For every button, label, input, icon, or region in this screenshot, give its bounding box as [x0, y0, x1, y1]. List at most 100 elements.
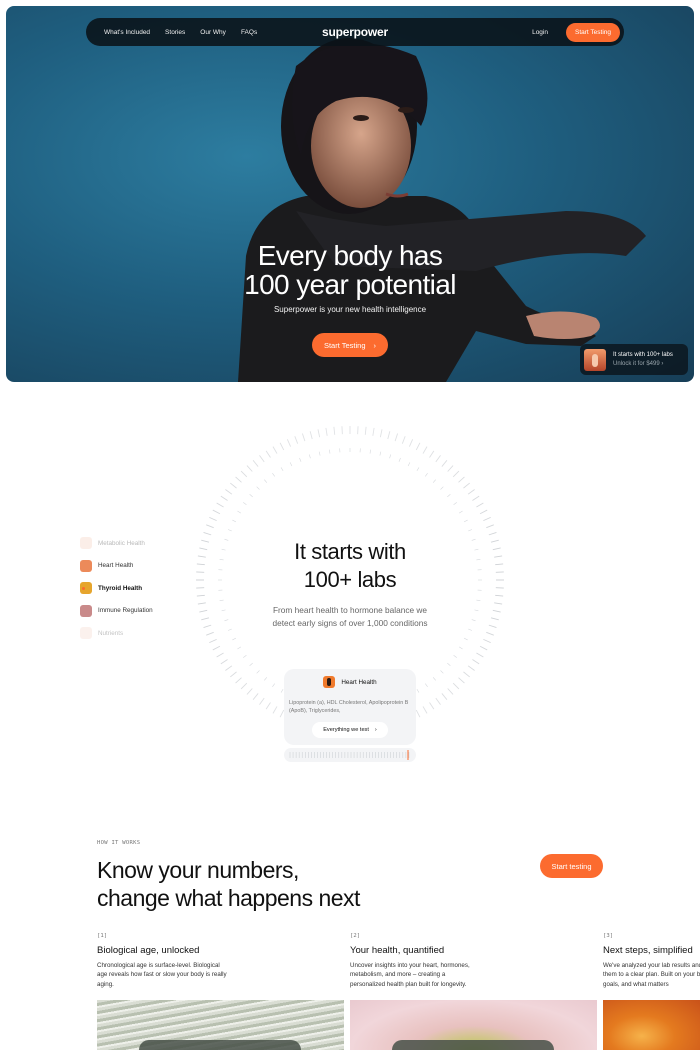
dial-tick — [294, 436, 299, 444]
dial-tick — [240, 470, 248, 478]
dial-inner-tick — [476, 599, 481, 601]
nav-stories[interactable]: Stories — [165, 29, 185, 36]
dial-tick — [301, 433, 306, 442]
dial-tick — [422, 446, 428, 454]
dial-tick — [486, 631, 494, 636]
start-testing-button[interactable]: Start testing — [540, 854, 603, 878]
category-thumbnail — [80, 604, 92, 617]
dial-tick — [225, 489, 233, 495]
dial-tick — [333, 426, 336, 435]
dial-tick — [447, 688, 454, 695]
dial-tick — [483, 516, 491, 522]
hero-start-testing-button[interactable]: Start Testing › — [312, 333, 388, 357]
dial-inner-tick — [318, 451, 321, 456]
dial-tick — [230, 482, 237, 489]
dial-tick — [235, 476, 242, 483]
lab-category-immune[interactable]: Immune Regulation — [80, 600, 153, 623]
lab-category-list: Metabolic Health Heart Health Thyroid He… — [80, 532, 153, 645]
dial-tick — [479, 509, 488, 515]
dial-inner-tick — [432, 479, 436, 483]
dial-tick — [483, 638, 491, 644]
lab-category-thyroid[interactable]: Thyroid Health — [80, 577, 153, 600]
step-number: [1] — [97, 933, 108, 939]
lab-scroll-slider[interactable] — [284, 748, 416, 762]
nav-our-why[interactable]: Our Why — [200, 29, 226, 36]
dial-tick — [408, 439, 414, 447]
step-image-3 — [603, 1000, 700, 1050]
dial-inner-tick — [237, 510, 242, 514]
dial-tick — [472, 659, 480, 665]
dial-tick — [225, 665, 233, 671]
dial-tick — [252, 693, 259, 700]
nav-faqs[interactable]: FAQs — [241, 29, 257, 36]
step-title: Your health, quantified — [350, 945, 445, 956]
labs-promo-card[interactable]: It starts with 100+ labs Unlock it for $… — [580, 344, 688, 375]
dial-inner-tick — [379, 451, 382, 456]
dial-inner-tick — [407, 462, 411, 467]
dial-inner-tick — [458, 646, 463, 650]
step-number: [3] — [603, 933, 614, 939]
dial-inner-tick — [280, 688, 284, 693]
step-body: We've analyzed your lab results and tran… — [603, 962, 700, 988]
dial-tick — [203, 531, 212, 536]
dial-inner-tick — [299, 457, 302, 462]
dial-tick — [435, 455, 441, 463]
dial-tick — [476, 652, 484, 658]
dial-tick — [458, 677, 465, 684]
dial-inner-tick — [453, 502, 457, 506]
dial-tick — [220, 495, 228, 501]
dial-tick — [259, 455, 265, 463]
dial-tick — [452, 470, 460, 478]
step-image-1 — [97, 1000, 344, 1050]
lab-category-nutrients[interactable]: Nutrients — [80, 622, 153, 645]
labs-subtitle-line2: detect early signs of over 1,000 conditi… — [272, 618, 428, 628]
hero-title: Every body has 100 year potential — [6, 241, 694, 299]
dial-tick — [472, 495, 480, 501]
labs-subtitle-line1: From heart health to hormone balance we — [272, 605, 428, 615]
dial-tick — [325, 427, 328, 436]
lab-category-heart[interactable]: Heart Health — [80, 555, 153, 578]
dial-tick — [429, 702, 435, 710]
dial-tick — [286, 439, 292, 447]
dial-inner-tick — [398, 457, 401, 462]
dial-tick — [246, 688, 253, 695]
dial-inner-tick — [440, 486, 444, 490]
logo[interactable]: superpower — [322, 25, 388, 39]
dial-tick — [379, 429, 383, 438]
category-label: Nutrients — [98, 629, 124, 637]
dial-tick — [279, 442, 285, 451]
dial-tick — [467, 489, 475, 495]
step-number: [2] — [350, 933, 361, 939]
nav-whats-included[interactable]: What's Included — [104, 29, 150, 36]
dial-inner-tick — [453, 654, 457, 658]
lab-card-biomarkers: Lipoprotein (a), HDL Cholesterol, Apolip… — [289, 700, 409, 714]
step-title: Next steps, simplified — [603, 945, 693, 956]
dial-tick — [452, 682, 460, 690]
top-nav: What's Included Stories Our Why FAQs sup… — [86, 18, 624, 46]
dial-inner-tick — [256, 486, 260, 490]
dial-tick — [252, 460, 259, 467]
dial-inner-tick — [369, 449, 371, 454]
dial-tick — [317, 429, 321, 438]
login-link[interactable]: Login — [532, 29, 548, 36]
lab-card-title: Heart Health — [341, 678, 377, 686]
dial-tick — [216, 502, 224, 508]
nav-right: Login Start Testing — [532, 22, 620, 42]
nav-start-testing-button[interactable]: Start Testing — [565, 22, 620, 42]
dial-inner-tick — [329, 449, 331, 454]
promo-thumbnail — [584, 348, 606, 371]
dial-tick — [387, 431, 391, 440]
dial-tick — [488, 531, 497, 536]
dial-inner-tick — [264, 677, 268, 681]
everything-we-test-button[interactable]: Everything we test › — [312, 722, 388, 738]
hero-title-line2: 100 year potential — [244, 269, 456, 300]
lab-category-metabolic[interactable]: Metabolic Health — [80, 532, 153, 555]
dial-tick — [463, 671, 470, 678]
step-card-3: [3] Next steps, simplified We've analyze… — [603, 933, 700, 989]
dial-tick — [495, 594, 504, 597]
dial-tick — [259, 697, 265, 705]
dial-tick — [463, 482, 470, 489]
dial-inner-tick — [232, 519, 237, 523]
dial-tick — [458, 476, 465, 483]
dial-tick — [467, 665, 475, 671]
